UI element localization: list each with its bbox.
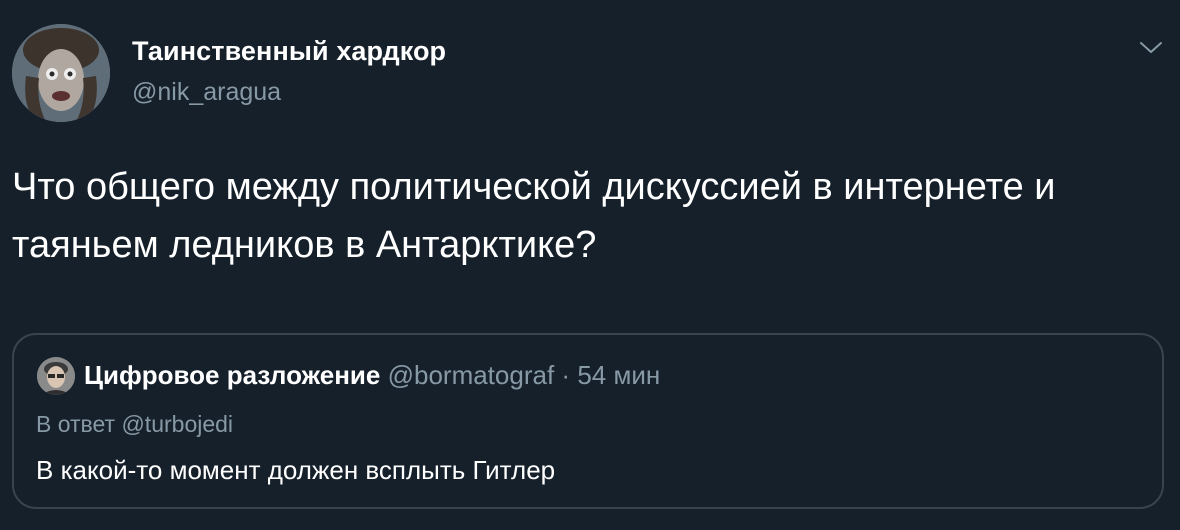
tweet-text: Что общего между политической дискуссией… <box>12 166 1056 266</box>
avatar-photo <box>12 24 110 122</box>
author-avatar[interactable] <box>12 24 110 122</box>
quoted-author-handle[interactable]: @bormatograf <box>388 360 555 390</box>
quoted-tweet-text: В какой-то момент должен всплыть Гитлер <box>36 455 556 485</box>
reply-to-line: В ответ @turbojedi <box>36 411 234 437</box>
quoted-header: Цифровое разложение @bormatograf · 54 ми… <box>84 359 660 391</box>
author-handle[interactable]: @nik_aragua <box>132 78 281 107</box>
quoted-tweet[interactable]: Цифровое разложение @bormatograf · 54 ми… <box>12 333 1164 509</box>
quoted-avatar-photo <box>37 357 75 395</box>
separator-dot: · <box>561 360 571 390</box>
quoted-author-avatar[interactable] <box>37 357 75 395</box>
chevron-down-icon[interactable] <box>1136 36 1166 60</box>
tweet-card: Таинственный хардкор @nik_aragua Что общ… <box>0 0 1180 530</box>
quoted-timestamp[interactable]: 54 мин <box>577 360 660 390</box>
quoted-author-name[interactable]: Цифровое разложение <box>84 360 380 390</box>
author-name[interactable]: Таинственный хардкор <box>132 36 446 67</box>
